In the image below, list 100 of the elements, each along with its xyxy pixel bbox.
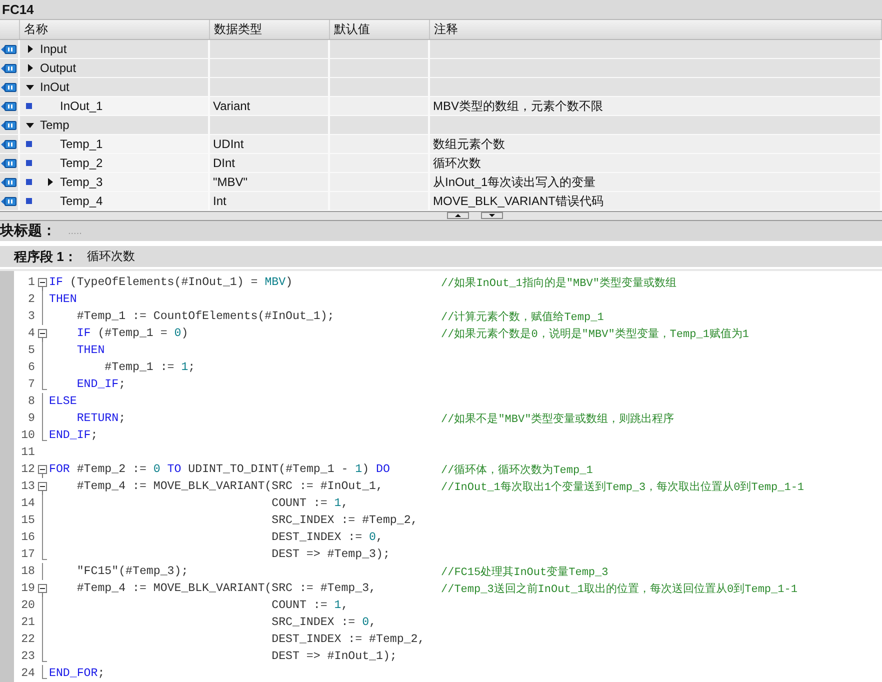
code-line: #Temp_4 := MOVE_BLK_VARIANT(SRC := #Temp_3, — [76, 582, 376, 595]
network-title[interactable]: 循环次数 — [86, 248, 135, 266]
code-line: SRC_INDEX := 0, — [270, 616, 376, 629]
code-comment: //Temp_3送回之前InOut_1取出的位置，每次送回位置从0到Temp_1-1 — [441, 582, 798, 596]
variable-marker-icon — [26, 160, 32, 166]
parameter-name: Temp_4 — [60, 194, 103, 208]
data-type-cell: Variant — [213, 99, 250, 114]
parameter-name: InOut — [40, 80, 70, 94]
comment-cell: 数组元素个数 — [433, 136, 505, 153]
code-comment: //InOut_1每次取出1个变量送到Temp_3，每次取出位置从0到Temp_1-1 — [441, 480, 804, 494]
comment-cell: 循环次数 — [433, 154, 481, 172]
line-number: 1 — [27, 276, 35, 289]
line-number: 11 — [20, 446, 35, 459]
code-line: #Temp_4 := MOVE_BLK_VARIANT(SRC := #InOut_1, — [76, 480, 383, 493]
comment-cell: MBV类型的数组，元素个数不限 — [433, 98, 604, 115]
line-number: 23 — [20, 650, 35, 663]
line-number: 5 — [27, 344, 35, 357]
interface-icon — [1, 120, 17, 131]
line-number: 10 — [20, 429, 35, 442]
code-line: COUNT := 1, — [270, 497, 348, 510]
comment-cell: 从InOut_1每次读出写入的变量 — [433, 174, 596, 191]
code-line: RETURN; — [76, 412, 126, 425]
code-line: ELSE — [49, 395, 77, 408]
line-number: 21 — [20, 616, 35, 629]
code-comment: //FC15处理其InOut变量Temp_3 — [441, 564, 608, 579]
code-line: #Temp_1 := CountOfElements(#InOut_1); — [76, 310, 334, 323]
parameter-name: Temp_1 — [60, 137, 103, 152]
line-number: 8 — [27, 395, 35, 408]
line-number: 4 — [27, 327, 35, 340]
code-line: THEN — [49, 293, 77, 306]
expand-caret-icon[interactable] — [26, 64, 34, 72]
data-type-cell: DInt — [213, 156, 236, 170]
block-title: FC14 — [2, 2, 34, 18]
variable-marker-icon — [26, 103, 32, 110]
scroll-down-button[interactable] — [481, 212, 503, 220]
code-line: IF (#Temp_1 = 0) — [76, 327, 188, 340]
variable-marker-icon — [26, 141, 32, 148]
line-number: 3 — [27, 310, 35, 323]
parameter-name: Output — [40, 61, 76, 76]
comment-cell: MOVE_BLK_VARIANT错误代码 — [433, 192, 604, 210]
code-line: DEST => #Temp_3); — [270, 548, 390, 561]
interface-icon — [1, 62, 17, 74]
line-number: 24 — [20, 667, 35, 680]
line-number: 19 — [20, 582, 35, 595]
line-number: 12 — [20, 463, 35, 476]
code-line: END_IF; — [49, 429, 98, 442]
variable-marker-icon — [26, 198, 32, 204]
code-comment: //如果元素个数是0，说明是"MBV"类型变量，Temp_1赋值为1 — [441, 326, 750, 341]
code-line: DEST_INDEX := 0, — [270, 531, 383, 544]
code-line: IF (TypeOfElements(#InOut_1) = MBV) — [49, 276, 293, 289]
code-line: "FC15"(#Temp_3); — [76, 565, 188, 578]
scroll-up-button[interactable] — [447, 212, 469, 220]
expand-caret-icon[interactable] — [26, 83, 34, 92]
parameter-name: Temp — [40, 118, 70, 132]
network-label: 程序段 1： — [14, 248, 77, 266]
code-line: DEST => #InOut_1); — [270, 650, 397, 663]
interface-icon — [1, 44, 17, 55]
code-line: SRC_INDEX := #Temp_2, — [270, 514, 418, 527]
code-line: COUNT := 1, — [270, 599, 348, 612]
interface-icon — [1, 176, 17, 188]
data-type-cell: "MBV" — [213, 175, 248, 190]
parameter-name: InOut_1 — [60, 99, 103, 114]
expand-caret-icon[interactable] — [26, 45, 34, 54]
interface-icon — [1, 138, 17, 150]
code-comment: //如果InOut_1指向的是"MBV"类型变量或数组 — [441, 276, 676, 290]
line-number: 9 — [27, 412, 35, 425]
line-number: 13 — [20, 480, 35, 493]
interface-icon — [1, 82, 17, 93]
line-number: 22 — [20, 633, 35, 646]
code-comment: //循环体，循环次数为Temp_1 — [441, 463, 593, 477]
code-line: DEST_INDEX := #Temp_2, — [270, 633, 425, 646]
interface-icon — [1, 100, 17, 112]
code-comment: //如果不是"MBV"类型变量或数组，则跳出程序 — [441, 412, 674, 426]
line-number: 16 — [20, 531, 35, 544]
line-number: 18 — [20, 565, 35, 578]
line-number: 15 — [20, 514, 35, 527]
line-number: 14 — [20, 497, 35, 510]
column-header[interactable]: 数据类型 — [210, 20, 330, 40]
data-type-cell: Int — [213, 194, 226, 208]
code-line: FOR #Temp_2 := 0 TO UDINT_TO_DINT(#Temp_1 - 1) DO — [49, 463, 390, 476]
code-line: END_IF; — [76, 378, 126, 391]
code-comment: //计算元素个数，赋值给Temp_1 — [441, 310, 604, 324]
line-number: 2 — [27, 293, 35, 306]
line-number: 6 — [27, 361, 35, 374]
column-header[interactable]: 名称 — [20, 20, 210, 40]
line-number: 7 — [27, 378, 35, 391]
expand-caret-icon[interactable] — [26, 121, 34, 130]
code-line: END_FOR; — [49, 667, 105, 680]
parameter-name: Temp_3 — [60, 175, 103, 190]
interface-icon — [1, 196, 17, 207]
parameter-name: Temp_2 — [60, 156, 103, 170]
interface-icon — [1, 158, 17, 169]
column-header[interactable]: 注释 — [430, 20, 882, 40]
data-type-cell: UDInt — [213, 137, 244, 152]
code-line: THEN — [76, 344, 105, 357]
line-number: 17 — [20, 548, 35, 561]
expand-caret-icon[interactable] — [46, 178, 54, 186]
column-header[interactable]: 默认值 — [330, 20, 430, 40]
parameter-name: Input — [40, 42, 67, 56]
variable-marker-icon — [26, 179, 32, 186]
